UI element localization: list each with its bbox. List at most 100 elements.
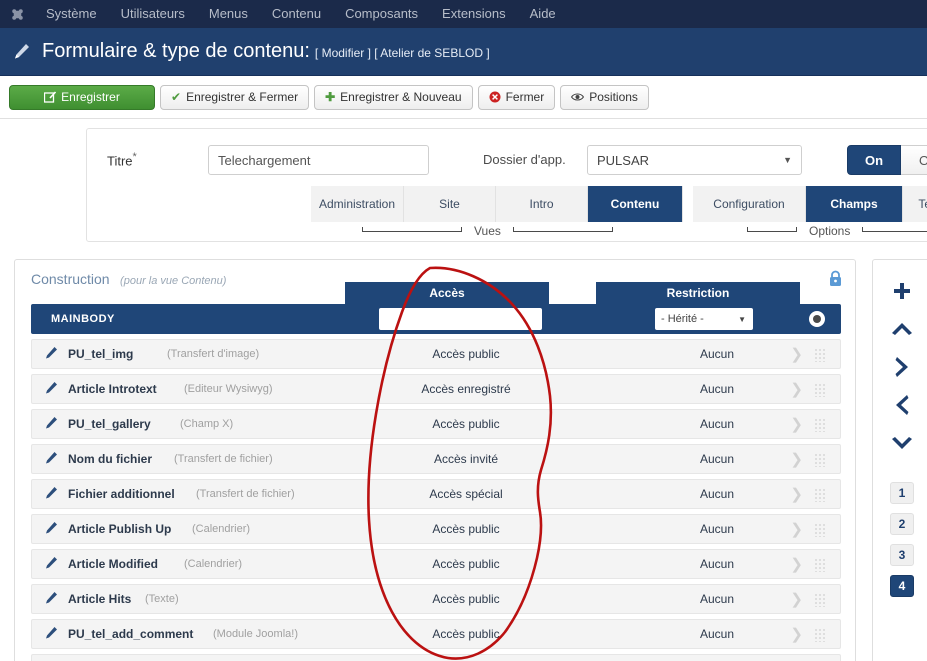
construction-subtitle: (pour la vue Contenu) <box>120 275 227 287</box>
lock-icon[interactable] <box>828 270 843 292</box>
move-up-button[interactable] <box>887 316 917 342</box>
table-row[interactable]: Nom du fichier (Transfert de fichier) Ac… <box>31 444 841 474</box>
save-button[interactable]: Enregistrer <box>9 84 155 110</box>
right-rail: 1 2 3 4 <box>872 259 927 661</box>
edit-pencil-icon[interactable] <box>45 381 58 397</box>
page-header: Formulaire & type de contenu: [ Modifier … <box>0 28 927 76</box>
folder-select[interactable]: PULSAR ▼ <box>587 145 802 175</box>
field-name: Article Modified <box>68 557 159 571</box>
move-left-button[interactable] <box>887 392 917 418</box>
field-acces: Accès public <box>432 347 500 361</box>
construction-panel: Construction (pour la vue Contenu) Accès… <box>14 259 856 661</box>
table-row[interactable]: Article Publish Up (Calendrier) Accès pu… <box>31 514 841 544</box>
menu-item-systeme[interactable]: Système <box>34 0 109 28</box>
field-type: (Transfert de fichier) <box>174 453 273 465</box>
edit-pencil-icon[interactable] <box>45 626 58 642</box>
edit-pencil-icon[interactable] <box>45 521 58 537</box>
field-name: Article Introtext <box>68 382 157 396</box>
field-acces: Accès enregistré <box>421 382 511 396</box>
edit-pencil-icon[interactable] <box>45 556 58 572</box>
page-button-4[interactable]: 4 <box>890 575 914 597</box>
move-right-button[interactable] <box>887 354 917 380</box>
menu-item-aide[interactable]: Aide <box>518 0 568 28</box>
save-close-button[interactable]: ✔ Enregistrer & Fermer <box>160 84 310 110</box>
check-icon: ✔ <box>171 90 182 104</box>
tab-template[interactable]: Temp <box>903 186 927 222</box>
field-acces: Accès spécial <box>429 487 503 501</box>
page-button-3[interactable]: 3 <box>890 544 914 566</box>
page-button-2[interactable]: 2 <box>890 513 914 535</box>
table-row[interactable]: Article Introtext (Editeur Wysiwyg) Accè… <box>31 374 841 404</box>
drag-handle-icon[interactable] <box>814 348 827 362</box>
tab-champs[interactable]: Champs <box>806 186 903 222</box>
column-header-restriction: Restriction <box>596 282 800 304</box>
drag-handle-icon[interactable] <box>814 628 827 642</box>
mainbody-restriction-select[interactable]: - Hérité - ▼ <box>655 308 753 330</box>
chevron-right-icon[interactable]: ❯ <box>790 417 803 432</box>
form-panel: Titre* Dossier d'app. PULSAR ▼ On Off Ad… <box>86 128 927 242</box>
drag-handle-icon[interactable] <box>814 593 827 607</box>
drag-handle-icon[interactable] <box>814 558 827 572</box>
tab-contenu[interactable]: Contenu <box>588 186 683 222</box>
menu-item-contenu[interactable]: Contenu <box>260 0 333 28</box>
tab-site[interactable]: Site <box>404 186 496 222</box>
tab-intro[interactable]: Intro <box>496 186 588 222</box>
mainbody-row: MAINBODY - Hérité - ▼ <box>31 304 841 334</box>
toggle-on-option[interactable]: On <box>847 145 901 175</box>
field-type: (Calendrier) <box>184 558 243 570</box>
chevron-right-icon[interactable]: ❯ <box>790 347 803 362</box>
chevron-right-icon[interactable]: ❯ <box>790 557 803 572</box>
page-button-1[interactable]: 1 <box>890 482 914 504</box>
title-label: Titre* <box>107 151 137 168</box>
add-field-button[interactable] <box>887 278 917 304</box>
edit-pencil-icon[interactable] <box>45 591 58 607</box>
table-row[interactable]: PU_tel_img (Transfert d'image) Accès pub… <box>31 339 841 369</box>
field-name: PU_tel_img <box>68 347 134 361</box>
table-row[interactable]: Fichier additionnel (Transfert de fichie… <box>31 479 841 509</box>
joomla-logo-icon[interactable] <box>0 7 34 22</box>
chevron-right-icon[interactable]: ❯ <box>790 522 803 537</box>
tab-administration[interactable]: Administration <box>311 186 404 222</box>
chevron-right-icon[interactable]: ❯ <box>790 487 803 502</box>
table-row[interactable]: Article Modified (Calendrier) Accès publ… <box>31 549 841 579</box>
edit-pencil-icon[interactable] <box>45 416 58 432</box>
menu-item-extensions[interactable]: Extensions <box>430 0 518 28</box>
chevron-right-icon[interactable]: ❯ <box>790 592 803 607</box>
edit-pencil-icon[interactable] <box>45 451 58 467</box>
menu-item-menus[interactable]: Menus <box>197 0 260 28</box>
mainbody-acces-input[interactable] <box>379 308 542 330</box>
admin-menu-bar: Système Utilisateurs Menus Contenu Compo… <box>0 0 927 28</box>
plus-icon: ✚ <box>325 90 336 104</box>
drag-handle-icon[interactable] <box>814 418 827 432</box>
tab-configuration[interactable]: Configuration <box>693 186 806 222</box>
title-input[interactable] <box>208 145 429 175</box>
save-new-button[interactable]: ✚ Enregistrer & Nouveau <box>314 84 473 110</box>
eye-icon <box>571 92 585 102</box>
edit-pencil-icon[interactable] <box>45 486 58 502</box>
menu-item-utilisateurs[interactable]: Utilisateurs <box>109 0 197 28</box>
field-restriction: Aucun <box>699 452 735 466</box>
positions-button[interactable]: Positions <box>560 84 649 110</box>
drag-handle-icon[interactable] <box>814 383 827 397</box>
drag-handle-icon[interactable] <box>814 453 827 467</box>
chevron-right-icon[interactable]: ❯ <box>790 452 803 467</box>
chevron-right-icon[interactable]: ❯ <box>790 382 803 397</box>
field-name: Nom du fichier <box>68 452 153 466</box>
table-row[interactable]: PU_tel_add_comment (Module Joomla!) Accè… <box>31 619 841 649</box>
table-row[interactable]: Article Hits (Texte) Accès public Aucun … <box>31 584 841 614</box>
record-icon[interactable] <box>809 311 825 327</box>
drag-handle-icon[interactable] <box>814 523 827 537</box>
table-row-partial[interactable] <box>31 654 841 661</box>
drag-handle-icon[interactable] <box>814 488 827 502</box>
move-down-button[interactable] <box>887 430 917 456</box>
published-toggle: On Off <box>847 145 927 175</box>
title-required-marker: * <box>132 151 137 163</box>
field-restriction: Aucun <box>699 417 735 431</box>
table-row[interactable]: PU_tel_gallery (Champ X) Accès public Au… <box>31 409 841 439</box>
edit-pencil-icon[interactable] <box>45 346 58 362</box>
chevron-right-icon[interactable]: ❯ <box>790 627 803 642</box>
menu-item-composants[interactable]: Composants <box>333 0 430 28</box>
field-acces: Accès public <box>432 592 500 606</box>
toggle-off-option[interactable]: Off <box>901 145 927 175</box>
close-button[interactable]: Fermer <box>477 84 556 110</box>
